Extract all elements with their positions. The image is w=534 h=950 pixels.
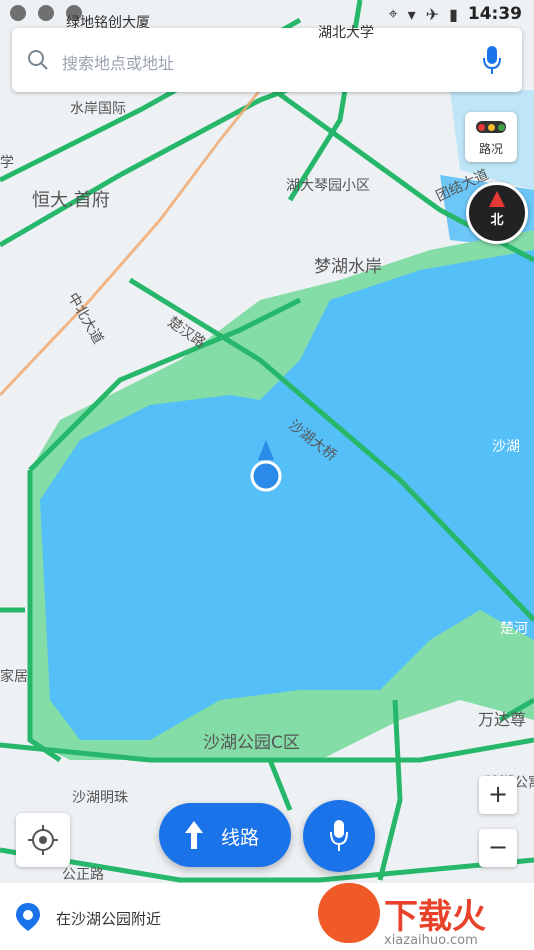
route-button[interactable]: 线路: [159, 803, 291, 867]
location-info-bar[interactable]: 在沙湖公园附近 下载火 xiazaihuo.com: [0, 883, 534, 950]
map-label: 水岸国际: [70, 101, 126, 117]
map-label: 家居: [0, 669, 28, 685]
watermark-logo: 下载火 xiazaihuo.com: [318, 883, 528, 948]
traffic-light-icon: [476, 121, 506, 133]
compass-button[interactable]: 北: [466, 182, 528, 244]
map-label: 恒大.首府: [32, 190, 110, 211]
map-label: 沙湖明珠: [72, 790, 128, 806]
flame-logo-icon: [318, 883, 380, 943]
location-text: 在沙湖公园附近: [56, 910, 162, 928]
battery-icon: ▮: [449, 4, 458, 24]
map-label: 楚河: [500, 621, 528, 637]
zoom-in-label: +: [487, 780, 509, 808]
map-label: 湖北大学: [318, 25, 374, 41]
app-icon-2: [38, 5, 54, 21]
watermark-url: xiazaihuo.com: [384, 933, 478, 948]
app-icon-1: [10, 5, 26, 21]
compass-needle-icon: [489, 191, 505, 207]
map-label: 湖大琴园小区: [286, 178, 370, 194]
status-right: ⌖ ▾ ✈ ▮ 14:39: [389, 4, 522, 24]
zoom-out-label: −: [487, 833, 509, 861]
search-icon: [28, 50, 48, 70]
locate-button[interactable]: [16, 813, 70, 867]
mic-icon: [330, 820, 348, 851]
map-label: 公正路: [62, 867, 104, 883]
traffic-button[interactable]: 路况: [465, 112, 517, 162]
crosshair-icon: [28, 825, 58, 855]
search-input[interactable]: 搜索地点或地址: [62, 50, 174, 74]
status-time: 14:39: [467, 4, 522, 24]
map-label: 万达尊: [478, 710, 527, 729]
wifi-icon: ▾: [407, 4, 416, 24]
map-label: 学: [0, 155, 14, 171]
traffic-label: 路况: [478, 142, 503, 156]
location-pin-icon: [16, 903, 40, 931]
watermark-brand: 下载火: [384, 897, 486, 937]
route-label: 线路: [221, 827, 260, 849]
compass-label: 北: [490, 213, 504, 228]
map-label: 沙湖公园C区: [203, 733, 300, 753]
voice-button[interactable]: [303, 800, 375, 872]
map-label: 沙湖: [492, 439, 520, 455]
zoom-in-button[interactable]: +: [479, 776, 517, 814]
map-label: 绿地铭创大厦: [66, 15, 150, 31]
search-bar[interactable]: 搜索地点或地址: [12, 28, 522, 92]
zoom-out-button[interactable]: −: [479, 829, 517, 867]
mic-icon[interactable]: [482, 44, 502, 76]
location-icon: ⌖: [388, 4, 398, 23]
airplane-icon: ✈: [425, 4, 440, 24]
map-label: 梦湖水岸: [314, 257, 382, 277]
